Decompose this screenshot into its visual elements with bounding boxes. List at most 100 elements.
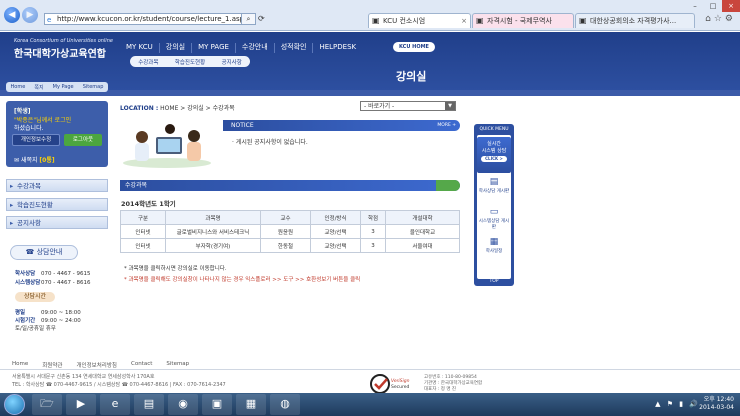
footer-home[interactable]: Home: [12, 361, 28, 369]
hours-row-label: 평일: [15, 310, 26, 316]
chrome-icon[interactable]: ◉: [168, 394, 198, 415]
col-type: 구분: [120, 210, 166, 225]
tab-favicon-icon: ▣: [476, 16, 484, 25]
course-section-header: 수강과목: [120, 180, 460, 191]
counsel-title-text: 상담안내: [36, 248, 63, 256]
new-messages-count: [0통]: [39, 157, 55, 164]
ie-icon: e: [47, 16, 52, 24]
star-icon[interactable]: ☆: [714, 14, 725, 24]
app-icon[interactable]: ◍: [270, 394, 300, 415]
counsel-row: 학사상담 070 - 4467 - 9615: [15, 269, 90, 277]
clock-time: 오후 12:40: [703, 396, 734, 403]
counsel-row-value: 070 - 4467 - 8616: [41, 280, 91, 286]
qm-academic-board[interactable]: ▤ 학사상담 게시판: [477, 177, 511, 194]
cell-university: 서울여대: [385, 238, 460, 253]
quick-menu-body: 실시간 시스템 상담 CLICK > ▤ 학사상담 게시판 ▭ 시스템상담 게시판 …: [477, 135, 511, 279]
nav-helpdesk[interactable]: HELPDESK: [313, 43, 362, 53]
close-tab-icon[interactable]: ×: [461, 14, 467, 28]
subnav-notices[interactable]: 공지사항: [222, 58, 242, 66]
ie-taskbar-icon[interactable]: e: [100, 394, 130, 415]
link-messages[interactable]: 쪽지: [34, 84, 43, 91]
col-university: 개설대학: [385, 210, 460, 225]
cell-type: 인터넷: [120, 224, 166, 239]
side-menu-progress[interactable]: 학습진도현황: [6, 198, 108, 211]
footer-terms[interactable]: 회원약관: [42, 361, 62, 369]
address-bar[interactable]: e http://www.kcucon.or.kr/student/course/…: [44, 13, 242, 25]
folder-icon[interactable]: ▤: [134, 394, 164, 415]
notice-title: NOTICE: [231, 122, 254, 129]
qm-schedule[interactable]: ▦ 학사일정: [477, 237, 511, 254]
quick-jump-select[interactable]: - 바로가기 -: [360, 101, 456, 111]
holiday-note: 토/일/공휴일 휴무: [15, 326, 56, 332]
logo-korean[interactable]: 한국대학가상교육연합: [14, 45, 106, 60]
new-messages[interactable]: ✉ 새쪽지 [0통]: [14, 155, 55, 164]
side-menu-courses[interactable]: 수강과목: [6, 179, 108, 192]
system-tray[interactable]: ▲ ⚑ ▮ 🔊: [655, 400, 700, 408]
monitor-icon: ▭: [489, 207, 499, 217]
edit-profile-button[interactable]: 개인정보수정: [12, 134, 60, 146]
start-button[interactable]: [4, 394, 25, 415]
forward-button[interactable]: ▶: [22, 7, 38, 23]
maximize-icon[interactable]: □: [704, 0, 722, 12]
qm-system-board[interactable]: ▭ 시스템상담 게시판: [477, 207, 511, 230]
click-badge[interactable]: CLICK >: [481, 156, 507, 162]
phone-icon: ☎: [25, 248, 37, 256]
side-menu-notices[interactable]: 공지사항: [6, 216, 108, 229]
cell-method: 교양/선택: [310, 224, 361, 239]
breadcrumb-path[interactable]: HOME > 강의실 > 수강과목: [160, 105, 235, 112]
page-title: 강의실: [396, 70, 427, 83]
nav-my-page[interactable]: MY PAGE: [192, 43, 236, 53]
tab-kcu[interactable]: ▣ KCU 컨소시엄 ×: [368, 13, 471, 28]
semester-label: 2014학년도 1학기: [121, 200, 176, 208]
logout-button[interactable]: 로그아웃: [64, 134, 102, 146]
app-icon[interactable]: ▦: [236, 394, 266, 415]
explorer-icon[interactable]: 🗁: [32, 394, 62, 415]
cell-subject-link[interactable]: 글로벌비지니스와 서비스테크닉: [165, 224, 261, 239]
tab-korcham[interactable]: ▣ 대한상공회의소 자격평가사...: [575, 13, 695, 28]
clock[interactable]: 오후 12:40 2014-03-04: [699, 396, 734, 412]
nav-classroom[interactable]: 강의실: [160, 43, 193, 53]
tab-label: 자격시험 - 국제무역사: [487, 17, 552, 25]
taskbar: 🗁 ▶ e ▤ ◉ ▣ ▦ ◍ ▲ ⚑ ▮ 🔊 오후 12:40 2014-03-…: [0, 393, 740, 416]
cell-type: 인터넷: [120, 238, 166, 253]
subnav-courses[interactable]: 수강과목: [138, 58, 158, 66]
close-icon[interactable]: ×: [722, 0, 740, 12]
media-icon[interactable]: ▶: [66, 394, 96, 415]
back-button[interactable]: ◀: [4, 7, 20, 23]
nav-my-kcu[interactable]: MY KCU: [120, 43, 160, 53]
footer-contact[interactable]: Contact: [131, 361, 152, 369]
search-icon[interactable]: ⌕: [242, 13, 256, 25]
breadcrumb-prefix: LOCATION :: [120, 105, 159, 112]
home-icon[interactable]: ⌂: [705, 14, 714, 24]
tab-exam[interactable]: ▣ 자격시험 - 국제무역사: [472, 13, 574, 28]
minimize-icon[interactable]: –: [686, 0, 704, 12]
course-table: 구분 과목명 교수 인정/방식 학점 개설대학 인터넷 글로벌비지니스와 서비스…: [120, 210, 460, 253]
app-icon[interactable]: ▣: [202, 394, 232, 415]
subnav-progress[interactable]: 학습진도현황: [175, 58, 205, 66]
footer-sitemap[interactable]: Sitemap: [166, 361, 189, 369]
gear-icon[interactable]: ⚙: [725, 14, 736, 24]
logo-english: Korea Consortium of Universities online: [14, 38, 113, 44]
link-my-page[interactable]: My Page: [53, 84, 74, 90]
notice-more-link[interactable]: MORE +: [437, 120, 456, 131]
cell-professor: 원윤원: [260, 224, 311, 239]
table-header-row: 구분 과목명 교수 인정/방식 학점 개설대학: [120, 210, 460, 225]
cell-credit: 3: [360, 224, 386, 239]
scroll-top-button[interactable]: TOP: [474, 279, 514, 284]
counsel-hours-title: 상담시간: [15, 292, 55, 302]
browser-chrome: ◀ ▶ e http://www.kcucon.or.kr/student/cou…: [0, 0, 740, 31]
link-home[interactable]: Home: [11, 84, 26, 90]
footer-address: 서울특별시 서대문구 신촌동 134 연세대학교 연세삼성학사 170A호 TE…: [12, 373, 226, 389]
cell-university: 을인대학교: [385, 224, 460, 239]
nav-course-info[interactable]: 수강안내: [236, 43, 275, 53]
kcu-home-button[interactable]: KCU HOME: [393, 42, 435, 52]
cell-subject-link[interactable]: 부자학(경기여): [165, 238, 261, 253]
reload-icon[interactable]: ⟳: [258, 13, 270, 25]
link-sitemap[interactable]: Sitemap: [83, 84, 104, 90]
footer-privacy[interactable]: 개인정보처리방침: [77, 361, 117, 369]
live-chat-button[interactable]: 실시간 시스템 상담 CLICK >: [477, 137, 511, 173]
board-icon: ▤: [489, 177, 499, 187]
nav-grades[interactable]: 성적확인: [275, 43, 314, 53]
students-illustration: [123, 124, 211, 168]
counsel-title: ☎ 상담안내: [10, 245, 78, 260]
